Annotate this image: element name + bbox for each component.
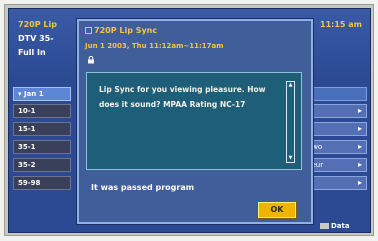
guide-channel-row[interactable]: 15-1 bbox=[13, 122, 71, 136]
scroll-up-icon[interactable]: ▲ bbox=[288, 83, 293, 88]
tv-frame: 720P Lip DTV 35- Full In 11:15 am ▾ Jan … bbox=[4, 4, 374, 236]
guide-channel-row[interactable]: 59-98 bbox=[13, 176, 71, 190]
right-arrow-icon: ▸ bbox=[357, 124, 362, 133]
guide-program-cell[interactable]: feur ▸ bbox=[305, 158, 367, 172]
ok-button[interactable]: OK bbox=[258, 202, 296, 218]
guide-program-cell[interactable]: ▸ bbox=[305, 122, 367, 136]
right-arrow-icon: ▸ bbox=[357, 178, 362, 187]
guide-info-line: DTV 35- bbox=[18, 34, 54, 43]
guide-program-cell[interactable]: ▸ bbox=[305, 104, 367, 118]
guide-time-column-header bbox=[305, 87, 367, 101]
right-arrow-icon: ▸ bbox=[357, 142, 362, 151]
guide-channel-row[interactable]: 35-2 bbox=[13, 158, 71, 172]
program-status: It was passed program bbox=[91, 183, 195, 192]
program-description: Lip Sync for you viewing pleasure. How d… bbox=[99, 85, 266, 109]
guide-clock: 11:15 am bbox=[320, 20, 362, 29]
guide-program-cell[interactable]: Two ▸ bbox=[305, 140, 367, 154]
lock-icon bbox=[88, 56, 94, 64]
program-guide-screen: 720P Lip DTV 35- Full In 11:15 am ▾ Jan … bbox=[8, 8, 371, 233]
program-description-box: Lip Sync for you viewing pleasure. How d… bbox=[86, 72, 302, 170]
description-scrollbar[interactable]: ▲ ▼ bbox=[286, 81, 295, 163]
right-arrow-icon: ▸ bbox=[357, 160, 362, 169]
scroll-down-icon[interactable]: ▼ bbox=[288, 156, 293, 161]
dialog-title-text: 720P Lip Sync bbox=[94, 26, 158, 35]
guide-channel-title: 720P Lip bbox=[18, 20, 57, 29]
program-icon bbox=[85, 27, 92, 34]
dialog-title: 720P Lip Sync bbox=[85, 26, 157, 35]
right-arrow-icon: ▸ bbox=[357, 106, 362, 115]
data-button[interactable]: Data bbox=[320, 222, 350, 230]
program-info-dialog: 720P Lip Sync Jun 1 2003, Thu 11:12am~11… bbox=[77, 19, 313, 224]
guide-channel-row[interactable]: 10-1 bbox=[13, 104, 71, 118]
data-key-icon bbox=[320, 223, 329, 229]
guide-program-cell[interactable]: ▸ bbox=[305, 176, 367, 190]
guide-date-label: Jan 1 bbox=[23, 90, 44, 98]
guide-info-line: Full In bbox=[18, 48, 46, 57]
guide-channel-row[interactable]: 35-1 bbox=[13, 140, 71, 154]
data-button-label: Data bbox=[331, 222, 350, 230]
program-datetime: Jun 1 2003, Thu 11:12am~11:17am bbox=[85, 42, 224, 50]
guide-date-bar[interactable]: ▾ Jan 1 bbox=[13, 87, 71, 101]
